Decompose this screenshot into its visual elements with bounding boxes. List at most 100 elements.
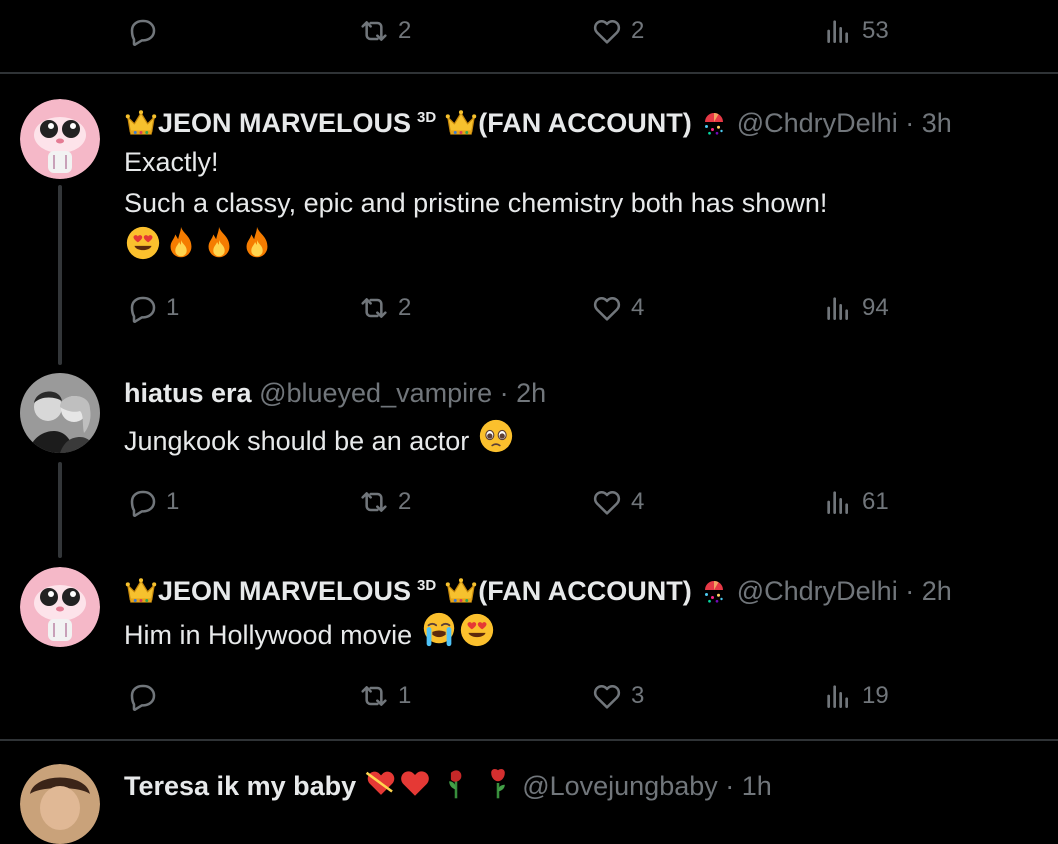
avatar-image bbox=[20, 567, 100, 647]
retweet-button[interactable]: 2 bbox=[358, 11, 411, 51]
reply-icon bbox=[126, 15, 158, 47]
tweet-header: JEON MARVELOUS 3D (FAN ACCOUNT) @ChdryDelh… bbox=[124, 569, 952, 606]
reply-button[interactable]: 1 bbox=[126, 482, 179, 522]
like-icon bbox=[591, 486, 623, 518]
rose-icon bbox=[481, 766, 515, 800]
crown-icon bbox=[124, 109, 158, 137]
emoji-row bbox=[124, 224, 827, 265]
confetti-icon bbox=[699, 575, 729, 605]
timestamp[interactable]: · 2h bbox=[500, 378, 547, 408]
like-count: 4 bbox=[631, 488, 645, 515]
user-handle[interactable]: @ChdryDelhi bbox=[737, 576, 898, 606]
tweet-text-line: Him in Hollywood movie bbox=[124, 620, 413, 650]
avatar-image bbox=[20, 373, 100, 453]
views-count: 53 bbox=[862, 17, 889, 44]
avatar[interactable] bbox=[20, 99, 100, 179]
tweet-header: Teresa ik my baby @Lovejungbaby · 1h bbox=[124, 766, 772, 801]
timestamp[interactable]: · 2h bbox=[905, 576, 952, 606]
like-button[interactable]: 3 bbox=[591, 676, 644, 716]
tweet-text: Exactly! Such a classy, epic and pristin… bbox=[124, 142, 827, 265]
tweet-text: Him in Hollywood movie bbox=[124, 611, 496, 656]
retweet-count: 2 bbox=[398, 488, 412, 515]
like-icon bbox=[591, 292, 623, 324]
display-name-suffix[interactable]: (FAN ACCOUNT) bbox=[478, 108, 691, 138]
views-button[interactable]: 53 bbox=[822, 11, 889, 51]
timestamp[interactable]: · 3h bbox=[905, 108, 952, 138]
tweet-header: hiatus era @blueyed_vampire · 2h bbox=[124, 376, 546, 410]
name-superscript: 3D bbox=[417, 109, 437, 126]
like-icon bbox=[591, 680, 623, 712]
retweet-count: 2 bbox=[398, 294, 412, 321]
like-button[interactable]: 4 bbox=[591, 482, 644, 522]
like-icon bbox=[591, 15, 623, 47]
views-button[interactable]: 19 bbox=[822, 676, 889, 716]
heart-eyes-icon bbox=[458, 611, 496, 649]
views-count: 61 bbox=[862, 488, 889, 515]
retweet-count: 1 bbox=[398, 682, 412, 709]
user-handle[interactable]: @blueyed_vampire bbox=[259, 378, 492, 408]
views-icon bbox=[822, 680, 854, 712]
fire-icon bbox=[238, 224, 276, 262]
reply-icon bbox=[126, 292, 158, 324]
tweet-text-line: Jungkook should be an actor bbox=[124, 426, 470, 456]
avatar[interactable] bbox=[20, 373, 100, 453]
reply-button[interactable] bbox=[126, 676, 158, 716]
avatar-image bbox=[20, 99, 100, 179]
retweet-icon bbox=[358, 486, 390, 518]
pleading-face-icon bbox=[477, 417, 515, 455]
tweet-text-line: Such a classy, epic and pristine chemist… bbox=[124, 188, 828, 218]
sob-icon bbox=[420, 611, 458, 649]
like-button[interactable]: 2 bbox=[591, 11, 644, 51]
retweet-button[interactable]: 1 bbox=[358, 676, 411, 716]
reply-button[interactable] bbox=[126, 11, 158, 51]
reply-button[interactable]: 1 bbox=[126, 288, 179, 328]
retweet-count: 2 bbox=[398, 17, 412, 44]
red-heart-icon bbox=[398, 766, 432, 800]
views-count: 19 bbox=[862, 682, 889, 709]
like-count: 4 bbox=[631, 294, 645, 321]
tweet-header: JEON MARVELOUS 3D (FAN ACCOUNT) @ChdryDelh… bbox=[124, 101, 952, 138]
avatar-image bbox=[20, 764, 100, 844]
tweet-divider bbox=[0, 72, 1058, 74]
like-count: 2 bbox=[631, 17, 645, 44]
retweet-button[interactable]: 2 bbox=[358, 288, 411, 328]
views-icon bbox=[822, 486, 854, 518]
display-name[interactable]: JEON MARVELOUS bbox=[158, 108, 411, 138]
tweet-text: Jungkook should be an actor bbox=[124, 417, 515, 462]
thread-line bbox=[58, 185, 62, 365]
wilted-flower-icon bbox=[439, 766, 473, 800]
retweet-icon bbox=[358, 680, 390, 712]
display-name-suffix[interactable]: (FAN ACCOUNT) bbox=[478, 576, 691, 606]
confetti-icon bbox=[699, 107, 729, 137]
views-button[interactable]: 94 bbox=[822, 288, 889, 328]
retweet-icon bbox=[358, 15, 390, 47]
views-count: 94 bbox=[862, 294, 889, 321]
retweet-icon bbox=[358, 292, 390, 324]
thread-line bbox=[58, 462, 62, 558]
user-handle[interactable]: @ChdryDelhi bbox=[737, 108, 898, 138]
like-button[interactable]: 4 bbox=[591, 288, 644, 328]
user-handle[interactable]: @Lovejungbaby bbox=[522, 771, 718, 801]
reply-count: 1 bbox=[166, 488, 180, 515]
views-button[interactable]: 61 bbox=[822, 482, 889, 522]
display-name[interactable]: hiatus era bbox=[124, 378, 252, 408]
heart-with-arrow-icon bbox=[364, 766, 398, 800]
name-superscript: 3D bbox=[417, 577, 437, 594]
display-name[interactable]: JEON MARVELOUS bbox=[158, 576, 411, 606]
views-icon bbox=[822, 15, 854, 47]
like-count: 3 bbox=[631, 682, 645, 709]
crown-icon bbox=[444, 577, 478, 605]
avatar[interactable] bbox=[20, 764, 100, 844]
tweet-divider bbox=[0, 739, 1058, 741]
fire-icon bbox=[200, 224, 238, 262]
tweet-text-line: Exactly! bbox=[124, 147, 219, 177]
crown-icon bbox=[444, 109, 478, 137]
reply-count: 1 bbox=[166, 294, 180, 321]
views-icon bbox=[822, 292, 854, 324]
timestamp[interactable]: · 1h bbox=[725, 771, 772, 801]
display-name[interactable]: Teresa ik my baby bbox=[124, 771, 356, 801]
avatar[interactable] bbox=[20, 567, 100, 647]
fire-icon bbox=[162, 224, 200, 262]
retweet-button[interactable]: 2 bbox=[358, 482, 411, 522]
reply-icon bbox=[126, 486, 158, 518]
